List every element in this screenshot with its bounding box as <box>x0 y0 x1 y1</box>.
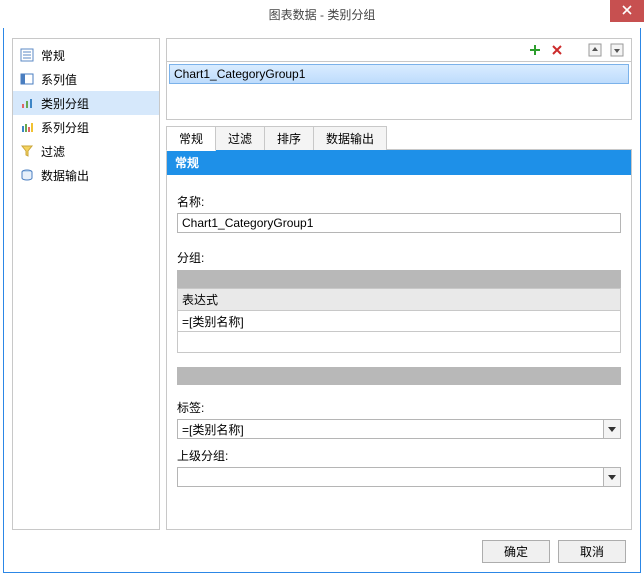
expression-header: 表达式 <box>177 288 621 311</box>
cancel-button-label: 取消 <box>580 545 604 559</box>
group-label: 分组: <box>177 249 621 266</box>
group-list[interactable]: Chart1_CategoryGroup1 <box>167 62 631 119</box>
sidebar-item-category-groups[interactable]: 类别分组 <box>13 91 159 115</box>
title-bar: 图表数据 - 类别分组 <box>0 0 644 28</box>
delete-button[interactable] <box>549 42 565 58</box>
right-panel: Chart1_CategoryGroup1 常规 过滤 排序 数据输出 常规 名… <box>166 38 632 530</box>
tab-label: 排序 <box>277 132 301 146</box>
sidebar-item-label: 常规 <box>41 47 65 64</box>
separator-bar <box>177 367 621 385</box>
sidebar-item-series-values[interactable]: 系列值 <box>13 67 159 91</box>
sidebar-item-filter[interactable]: 过滤 <box>13 139 159 163</box>
tab-content: 常规 名称: 分组: 表达式 =[类别名称] 标签: <box>166 150 632 530</box>
dialog-body: 常规 系列值 类别分组 <box>4 32 640 572</box>
parent-input[interactable] <box>177 467 603 487</box>
tab-strip: 常规 过滤 排序 数据输出 <box>166 126 632 150</box>
sidebar-item-general[interactable]: 常规 <box>13 43 159 67</box>
sidebar-item-label: 系列分组 <box>41 119 89 136</box>
window-title: 图表数据 - 类别分组 <box>269 6 376 23</box>
properties-icon <box>19 47 35 63</box>
tag-dropdown-button[interactable] <box>603 419 621 439</box>
tab-label: 过滤 <box>228 132 252 146</box>
sidebar-item-series-groups[interactable]: 系列分组 <box>13 115 159 139</box>
data-output-icon <box>19 167 35 183</box>
tab-label: 常规 <box>179 132 203 146</box>
ok-button-label: 确定 <box>504 545 528 559</box>
tab-general[interactable]: 常规 <box>166 126 216 151</box>
group-list-frame: Chart1_CategoryGroup1 <box>166 38 632 120</box>
sidebar-item-label: 系列值 <box>41 71 77 88</box>
section-header: 常规 <box>167 150 631 175</box>
expression-empty-cell[interactable] <box>177 332 621 353</box>
category-group-icon <box>19 95 35 111</box>
tab-label: 数据输出 <box>326 132 374 146</box>
expression-value: =[类别名称] <box>182 315 244 329</box>
move-up-button[interactable] <box>587 42 603 58</box>
sidebar-item-label: 数据输出 <box>41 167 89 184</box>
form-area: 名称: 分组: 表达式 =[类别名称] 标签: 上级分组 <box>167 175 631 497</box>
tag-combo[interactable] <box>177 419 621 439</box>
parent-dropdown-button[interactable] <box>603 467 621 487</box>
series-values-icon <box>19 71 35 87</box>
group-list-item-label: Chart1_CategoryGroup1 <box>174 67 305 81</box>
chevron-down-icon <box>608 427 616 432</box>
name-input[interactable] <box>177 213 621 233</box>
dialog-window: 图表数据 - 类别分组 常规 系列值 <box>0 0 644 576</box>
tab-data-output[interactable]: 数据输出 <box>313 126 387 150</box>
add-button[interactable] <box>527 42 543 58</box>
dialog-footer: 确定 取消 <box>4 530 640 572</box>
sidebar: 常规 系列值 类别分组 <box>12 38 160 530</box>
main-area: 常规 系列值 类别分组 <box>4 32 640 530</box>
name-label: 名称: <box>177 193 621 210</box>
close-button[interactable] <box>610 0 644 22</box>
close-icon <box>622 4 632 18</box>
group-grid-toolbar <box>177 270 621 288</box>
tag-input[interactable] <box>177 419 603 439</box>
group-list-item[interactable]: Chart1_CategoryGroup1 <box>169 64 629 84</box>
series-group-icon <box>19 119 35 135</box>
sidebar-item-label: 类别分组 <box>41 95 89 112</box>
chevron-down-icon <box>608 475 616 480</box>
tab-filter[interactable]: 过滤 <box>215 126 265 150</box>
expression-cell[interactable]: =[类别名称] <box>177 311 621 332</box>
parent-label: 上级分组: <box>177 447 621 464</box>
tag-label: 标签: <box>177 399 621 416</box>
group-list-toolbar <box>167 39 631 62</box>
filter-icon <box>19 143 35 159</box>
move-down-button[interactable] <box>609 42 625 58</box>
cancel-button[interactable]: 取消 <box>558 540 626 563</box>
tab-sort[interactable]: 排序 <box>264 126 314 150</box>
sidebar-item-data-output[interactable]: 数据输出 <box>13 163 159 187</box>
ok-button[interactable]: 确定 <box>482 540 550 563</box>
parent-combo[interactable] <box>177 467 621 487</box>
sidebar-item-label: 过滤 <box>41 143 65 160</box>
